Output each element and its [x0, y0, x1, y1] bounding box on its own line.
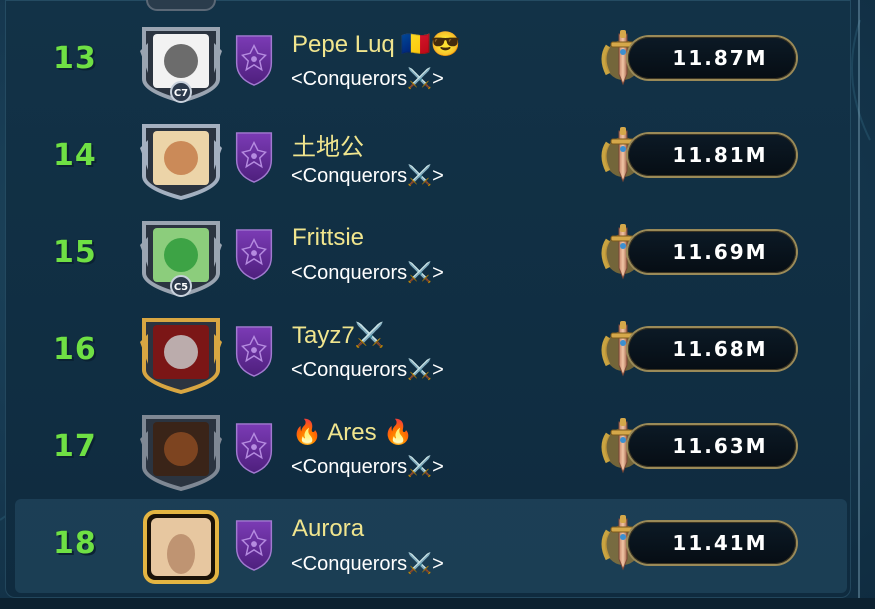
guild-tag-text: <Conquerors⚔️>	[291, 68, 444, 90]
rank-number: 13	[53, 41, 97, 76]
player-avatar[interactable]	[138, 506, 224, 588]
guild-shield-icon	[235, 35, 273, 86]
player-name-text: Frittsie	[292, 224, 364, 251]
player-avatar[interactable]	[138, 409, 224, 491]
rank-number: 14	[53, 138, 97, 173]
power-value-pill: 11.87M	[628, 37, 796, 79]
power-value-pill: 11.81M	[628, 134, 796, 176]
power-value-pill: 11.69M	[628, 231, 796, 273]
guild-tag-text: <Conquerors⚔️>	[291, 165, 444, 187]
power-value: 11.68M	[672, 337, 768, 361]
player-name[interactable]: Aurora	[292, 515, 370, 543]
leaderboard-row[interactable]: 17 🔥 Ares 🔥 <Conquerors⚔️> 11.63M	[15, 402, 847, 496]
leaderboard-row[interactable]: 15 C5 Frittsie <Conquerors⚔️> 11.69M	[15, 208, 847, 302]
guild-tag-text: <Conquerors⚔️>	[291, 553, 444, 575]
guild-tag: <Conquerors⚔️>	[291, 260, 444, 285]
guild-shield-icon	[235, 229, 273, 280]
svg-text:C5: C5	[174, 282, 188, 293]
guild-tag: <Conquerors⚔️>	[291, 163, 444, 188]
player-name-text: Aurora	[292, 515, 365, 542]
player-avatar[interactable]	[138, 118, 224, 200]
guild-shield-icon	[235, 520, 273, 571]
guild-tag: <Conquerors⚔️>	[291, 66, 444, 91]
guild-shield-icon	[235, 132, 273, 183]
player-name-text: 🔥 Ares 🔥	[292, 419, 414, 446]
player-name-text: Tayz7⚔️	[292, 322, 385, 349]
guild-tag: <Conquerors⚔️>	[291, 357, 444, 382]
power-value-pill: 11.41M	[628, 522, 796, 564]
rank-number: 15	[53, 235, 97, 270]
leaderboard-row[interactable]: 18 Aurora <Conquerors⚔️> 11.41M	[15, 499, 847, 593]
player-name[interactable]: Frittsie	[292, 224, 370, 252]
previous-row-frame-stub	[148, 0, 214, 9]
guild-tag-text: <Conquerors⚔️>	[291, 262, 444, 284]
guild-tag: <Conquerors⚔️>	[291, 551, 444, 576]
power-value: 11.63M	[672, 434, 768, 458]
player-name[interactable]: 土地公	[292, 127, 370, 162]
guild-tag: <Conquerors⚔️>	[291, 454, 444, 479]
player-name-text: Pepe Luq	[292, 30, 395, 58]
rank-number: 17	[53, 429, 97, 464]
power-value: 11.69M	[672, 240, 768, 264]
player-avatar[interactable]: C7	[138, 21, 224, 103]
power-value-pill: 11.63M	[628, 425, 796, 467]
player-name[interactable]: Pepe Luq 🇷🇴😎	[292, 30, 461, 59]
player-name-text: 土地公	[292, 134, 364, 161]
power-value: 11.41M	[672, 531, 768, 555]
power-value: 11.87M	[672, 46, 768, 70]
guild-shield-icon	[235, 326, 273, 377]
guild-shield-icon	[235, 423, 273, 474]
power-value: 11.81M	[672, 143, 768, 167]
rank-number: 16	[53, 332, 97, 367]
leaderboard-row[interactable]: 13 C7 Pepe Luq 🇷🇴😎 <Conquerors⚔️> 11.87M	[15, 14, 847, 108]
leaderboard-row[interactable]: 14 土地公 <Conquerors⚔️> 11.81M	[15, 111, 847, 205]
player-avatar[interactable]	[138, 312, 224, 394]
rank-number: 18	[53, 526, 97, 561]
player-name-emojis: 🇷🇴😎	[400, 31, 461, 58]
power-value-pill: 11.68M	[628, 328, 796, 370]
leaderboard-row[interactable]: 16 Tayz7⚔️ <Conquerors⚔️> 11.68M	[15, 305, 847, 399]
guild-tag-text: <Conquerors⚔️>	[291, 456, 444, 478]
player-name[interactable]: Tayz7⚔️	[292, 321, 391, 350]
guild-tag-text: <Conquerors⚔️>	[291, 359, 444, 381]
svg-text:C7: C7	[174, 88, 188, 99]
player-avatar[interactable]: C5	[138, 215, 224, 297]
player-name[interactable]: 🔥 Ares 🔥	[292, 418, 419, 447]
scrollbar[interactable]	[858, 0, 860, 598]
